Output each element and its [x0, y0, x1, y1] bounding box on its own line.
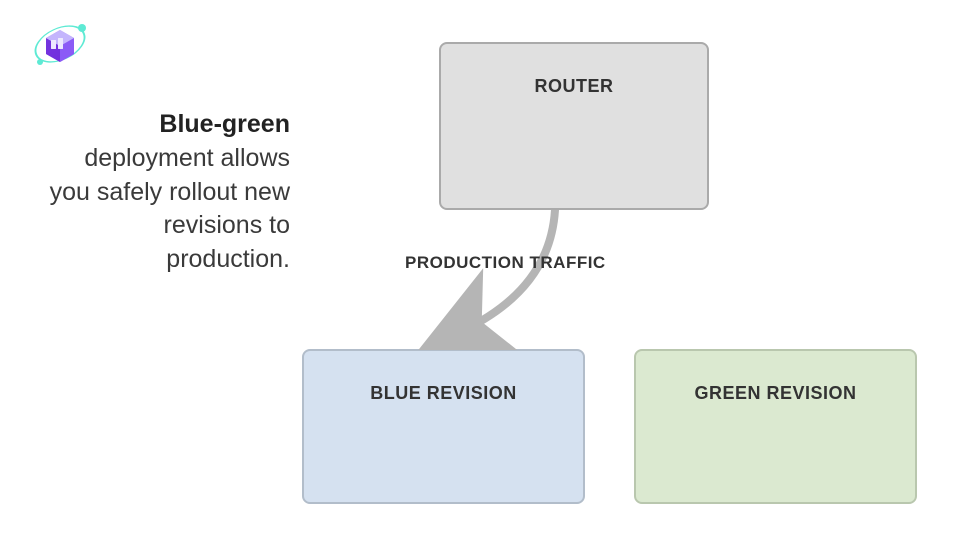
description-rest: deployment allows you safely rollout new…: [50, 144, 290, 273]
container-apps-icon: [30, 14, 90, 74]
blue-revision-label: BLUE REVISION: [370, 383, 517, 404]
description-bold: Blue-green: [159, 110, 290, 138]
traffic-arrow-icon: [400, 210, 600, 350]
green-revision-box: GREEN REVISION: [634, 349, 917, 504]
description-text: Blue-green deployment allows you safely …: [40, 108, 290, 277]
router-label: ROUTER: [535, 76, 614, 97]
blue-revision-box: BLUE REVISION: [302, 349, 585, 504]
diagram-canvas: Blue-green deployment allows you safely …: [0, 0, 955, 550]
router-box: ROUTER: [439, 42, 709, 210]
traffic-label: PRODUCTION TRAFFIC: [405, 253, 606, 273]
green-revision-label: GREEN REVISION: [694, 383, 856, 404]
